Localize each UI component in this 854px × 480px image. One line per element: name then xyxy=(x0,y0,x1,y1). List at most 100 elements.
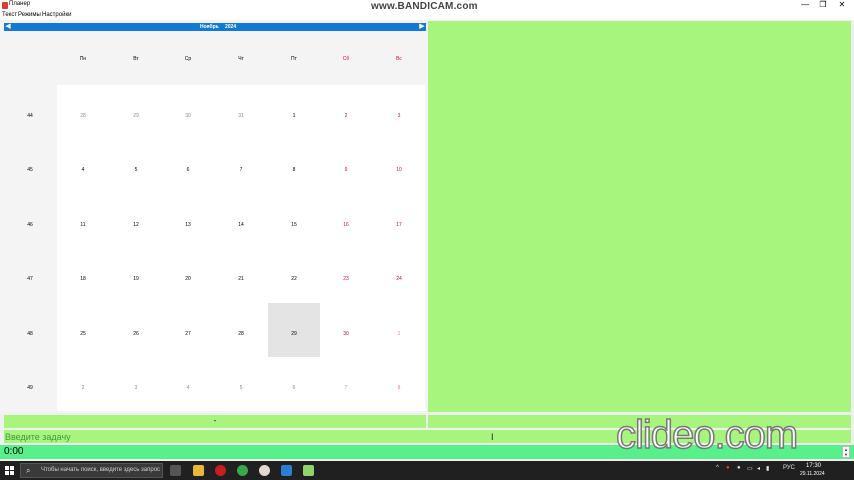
calendar-month[interactable]: Ноябрь xyxy=(200,23,219,31)
selected-day-highlight xyxy=(268,303,320,357)
calendar-day[interactable]: 14 xyxy=(238,222,244,228)
weekday-header: Пн xyxy=(79,56,87,62)
calendar-day[interactable]: 2 xyxy=(345,113,348,119)
app-icon xyxy=(2,2,8,9)
speaker-icon[interactable]: ◂ xyxy=(757,465,760,472)
ide-icon[interactable] xyxy=(281,465,292,476)
calendar-day[interactable]: 5 xyxy=(240,385,243,391)
windows-start-icon[interactable] xyxy=(5,466,15,476)
maximize-button[interactable]: ❐ xyxy=(815,0,831,11)
tray-record-icon[interactable]: ● xyxy=(726,465,730,471)
calendar-day[interactable]: 18 xyxy=(80,276,86,282)
spin-down-icon[interactable]: ▼ xyxy=(843,452,849,457)
weekday-header: Пт xyxy=(291,56,297,62)
calendar-day[interactable]: 16 xyxy=(343,222,349,228)
network-icon[interactable]: ▭ xyxy=(747,465,753,472)
calendar-days-area xyxy=(57,85,425,411)
weekday-header: Сб xyxy=(342,56,350,62)
calendar-day[interactable]: 25 xyxy=(80,331,86,337)
calendar-day[interactable]: 19 xyxy=(133,276,139,282)
calendar-day[interactable]: 7 xyxy=(345,385,348,391)
record-app-icon[interactable] xyxy=(215,465,226,476)
calendar-day[interactable]: 11 xyxy=(80,222,85,228)
calendar-day[interactable]: 24 xyxy=(396,276,402,282)
weekday-header: Вс xyxy=(396,56,402,62)
calendar-day[interactable]: 28 xyxy=(238,331,244,337)
weekday-header: Вт xyxy=(133,56,139,62)
battery-icon[interactable]: ▮ xyxy=(766,465,769,472)
calendar-day[interactable]: 10 xyxy=(396,167,402,173)
calendar-day[interactable]: 26 xyxy=(133,331,139,337)
taskbar-search-placeholder: Чтобы начать поиск, введите здесь запрос xyxy=(41,467,161,473)
week-number: 45 xyxy=(27,167,33,173)
calendar-year[interactable]: 2024 xyxy=(225,23,236,31)
taskbar-search[interactable]: ⌕ Чтобы начать поиск, введите здесь запр… xyxy=(20,463,163,478)
text-cursor-icon: I xyxy=(491,432,494,442)
language-indicator[interactable]: РУС xyxy=(783,465,795,471)
task-view-icon[interactable] xyxy=(170,465,181,476)
calendar-day[interactable]: 7 xyxy=(240,167,243,173)
chrome-icon[interactable] xyxy=(237,465,248,476)
calendar: ◀ Ноябрь 2024 ▶ Пн Вт Ср Чт Пт Сб Вс 44 28 29 30 31… xyxy=(0,21,428,413)
calendar-day[interactable]: 23 xyxy=(343,276,349,282)
remove-task-button[interactable]: - xyxy=(4,415,426,428)
task-panel[interactable] xyxy=(428,21,851,412)
calendar-day[interactable]: 5 xyxy=(135,167,138,173)
calendar-day[interactable]: 30 xyxy=(343,331,349,337)
calendar-day[interactable]: 1 xyxy=(293,113,296,119)
time-value[interactable]: 0:00 xyxy=(4,446,23,457)
weekday-header: Чт xyxy=(238,56,244,62)
file-explorer-icon[interactable] xyxy=(193,465,204,476)
week-number: 47 xyxy=(27,276,33,282)
time-spinner[interactable]: ▲ ▼ xyxy=(842,446,850,458)
calendar-day[interactable]: 30 xyxy=(185,113,191,119)
calendar-day[interactable]: 22 xyxy=(291,276,297,282)
clideo-watermark: clideo.com xyxy=(615,412,799,458)
calendar-day[interactable]: 8 xyxy=(293,167,296,173)
calendar-day[interactable]: 21 xyxy=(238,276,244,282)
menu-settings[interactable]: Настройки xyxy=(42,11,71,19)
search-icon: ⌕ xyxy=(26,466,31,475)
calendar-day[interactable]: 13 xyxy=(185,222,191,228)
calendar-header: ◀ Ноябрь 2024 ▶ xyxy=(4,23,426,31)
calendar-day[interactable]: 6 xyxy=(187,167,190,173)
title-bar: Планер www.BANDICAM.com — ❐ ✕ xyxy=(0,0,854,12)
calendar-day[interactable]: 12 xyxy=(133,222,139,228)
calendar-day[interactable]: 3 xyxy=(398,113,401,119)
calendar-day[interactable]: 4 xyxy=(187,385,190,391)
planner-app-icon[interactable] xyxy=(303,465,314,476)
week-number: 48 xyxy=(27,331,33,337)
menu-modes[interactable]: Режимы xyxy=(18,11,41,19)
calendar-day[interactable]: 9 xyxy=(345,167,348,173)
arrow-right-icon[interactable]: ▶ xyxy=(418,23,426,31)
tray-chevron-icon[interactable]: ^ xyxy=(716,465,719,471)
arrow-left-icon[interactable]: ◀ xyxy=(4,23,12,31)
yandex-browser-icon[interactable] xyxy=(259,465,270,476)
calendar-day[interactable]: 29 xyxy=(291,331,297,337)
calendar-day[interactable]: 27 xyxy=(185,331,191,337)
calendar-day[interactable]: 8 xyxy=(398,385,401,391)
minimize-button[interactable]: — xyxy=(797,0,813,11)
weekday-header: Ср xyxy=(184,56,192,62)
week-number: 46 xyxy=(27,222,33,228)
calendar-day[interactable]: 29 xyxy=(133,113,139,119)
week-number: 44 xyxy=(27,113,33,119)
calendar-day[interactable]: 28 xyxy=(80,113,86,119)
clock-time[interactable]: 17:30 xyxy=(806,463,821,469)
calendar-day[interactable]: 1 xyxy=(398,331,401,337)
calendar-day[interactable]: 4 xyxy=(82,167,85,173)
calendar-day[interactable]: 15 xyxy=(291,222,297,228)
calendar-day[interactable]: 3 xyxy=(135,385,138,391)
calendar-day[interactable]: 20 xyxy=(185,276,191,282)
calendar-day[interactable]: 6 xyxy=(293,385,296,391)
calendar-day[interactable]: 2 xyxy=(82,385,85,391)
clock-date[interactable]: 29.11.2024 xyxy=(800,471,825,477)
close-button[interactable]: ✕ xyxy=(834,0,850,11)
taskbar: ⌕ Чтобы начать поиск, введите здесь запр… xyxy=(0,461,854,480)
microphone-icon[interactable]: ● xyxy=(737,465,741,471)
window-title: Планер xyxy=(9,1,31,7)
menu-bar: Текст Режимы Настройки xyxy=(0,11,854,20)
calendar-day[interactable]: 31 xyxy=(238,113,244,119)
calendar-day[interactable]: 17 xyxy=(396,222,402,228)
menu-text[interactable]: Текст xyxy=(2,11,17,19)
